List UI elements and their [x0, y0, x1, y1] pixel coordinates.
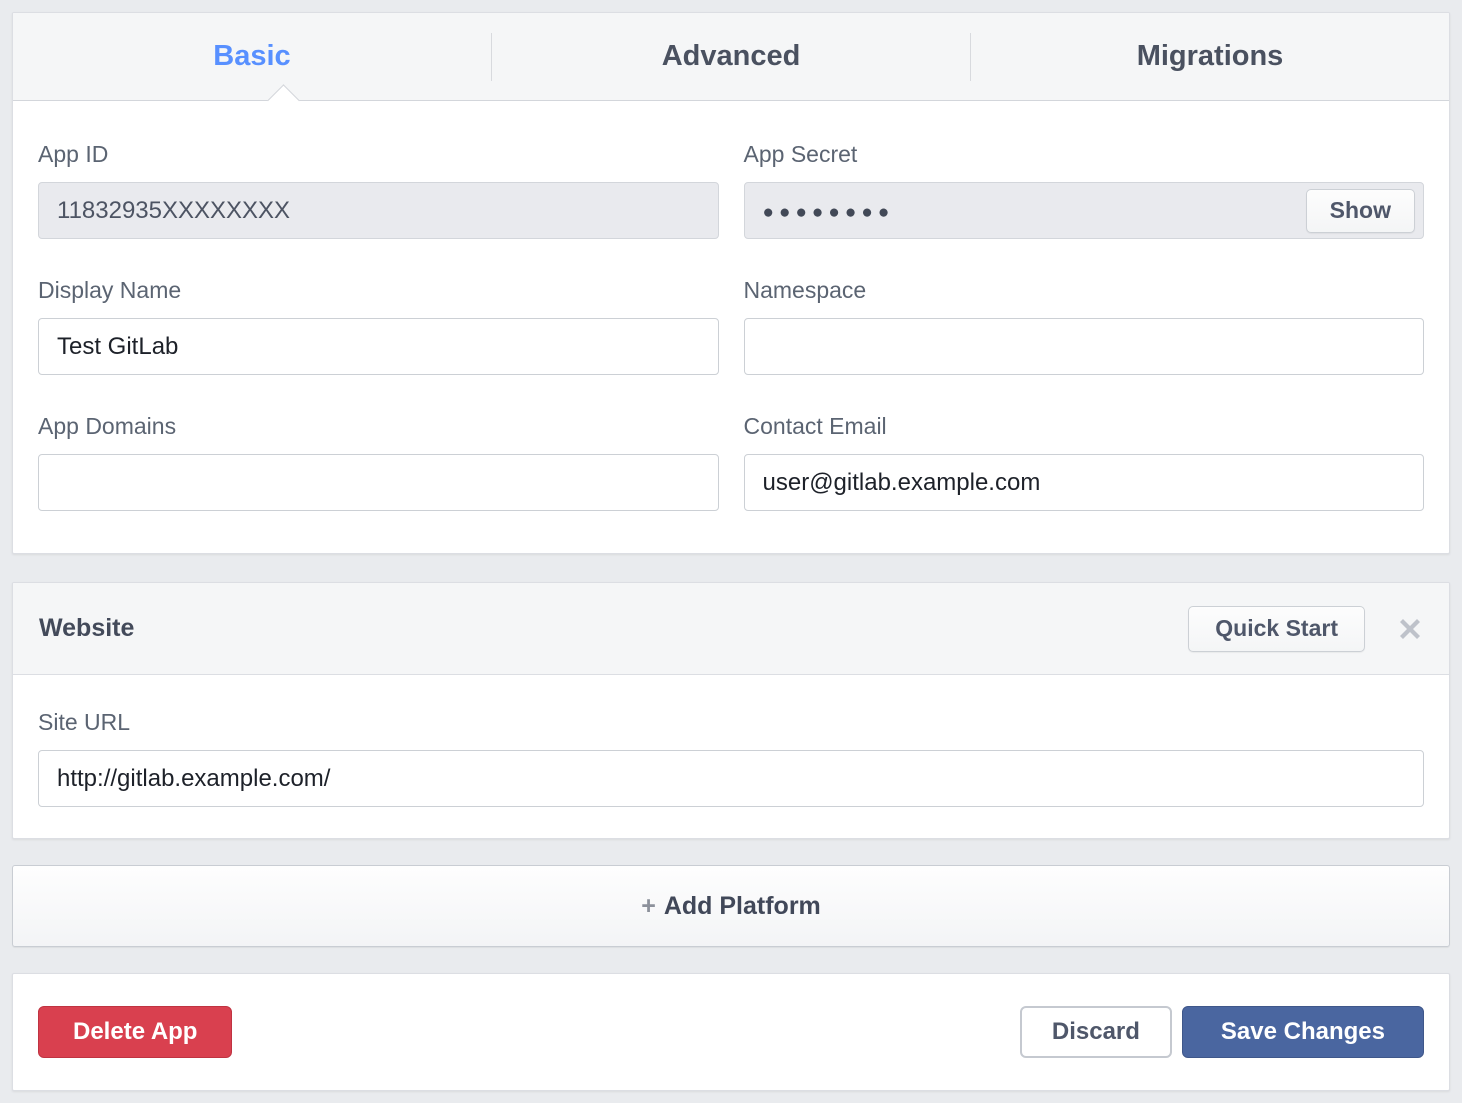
tab-advanced[interactable]: Advanced	[492, 13, 970, 100]
basic-settings-form: App ID 11832935XXXXXXXX App Secret ●●●●●…	[13, 101, 1449, 553]
contact-email-input[interactable]	[744, 454, 1425, 511]
discard-button[interactable]: Discard	[1020, 1006, 1172, 1058]
website-section-body: Site URL	[13, 675, 1449, 838]
app-secret-field: ●●●●●●●● Show	[744, 182, 1425, 239]
app-id-label: App ID	[38, 141, 719, 168]
add-platform-button[interactable]: + Add Platform	[12, 865, 1450, 947]
app-domains-label: App Domains	[38, 413, 719, 440]
app-domains-field-group: App Domains	[38, 413, 719, 511]
display-name-label: Display Name	[38, 277, 719, 304]
tab-basic[interactable]: Basic	[13, 13, 491, 100]
namespace-field-group: Namespace	[744, 277, 1425, 375]
app-secret-label: App Secret	[744, 141, 1425, 168]
namespace-label: Namespace	[744, 277, 1425, 304]
app-secret-masked-value: ●●●●●●●●	[763, 199, 1306, 222]
site-url-label: Site URL	[38, 709, 1424, 736]
app-id-value: 11832935XXXXXXXX	[57, 197, 290, 225]
footer-actions-bar: Delete App Discard Save Changes	[12, 973, 1450, 1091]
app-id-field-group: App ID 11832935XXXXXXXX	[38, 141, 719, 239]
add-platform-label: Add Platform	[664, 892, 821, 920]
close-icon[interactable]	[1397, 616, 1423, 642]
show-secret-button[interactable]: Show	[1306, 189, 1415, 233]
app-secret-field-group: App Secret ●●●●●●●● Show	[744, 141, 1425, 239]
app-domains-input[interactable]	[38, 454, 719, 511]
contact-email-field-group: Contact Email	[744, 413, 1425, 511]
save-changes-button[interactable]: Save Changes	[1182, 1006, 1424, 1058]
tab-migrations[interactable]: Migrations	[971, 13, 1449, 100]
delete-app-button[interactable]: Delete App	[38, 1006, 232, 1058]
website-platform-card: Website Quick Start Site URL	[12, 582, 1450, 839]
namespace-input[interactable]	[744, 318, 1425, 375]
site-url-input[interactable]	[38, 750, 1424, 807]
plus-icon: +	[641, 892, 656, 920]
website-section-header: Website Quick Start	[13, 583, 1449, 675]
display-name-input[interactable]	[38, 318, 719, 375]
app-settings-page: Basic Advanced Migrations App ID 1183293…	[0, 0, 1462, 1103]
app-id-field: 11832935XXXXXXXX	[38, 182, 719, 239]
website-section-title: Website	[39, 614, 134, 643]
contact-email-label: Contact Email	[744, 413, 1425, 440]
quick-start-button[interactable]: Quick Start	[1188, 606, 1365, 652]
display-name-field-group: Display Name	[38, 277, 719, 375]
basic-settings-card: Basic Advanced Migrations App ID 1183293…	[12, 12, 1450, 554]
tab-bar: Basic Advanced Migrations	[13, 13, 1449, 101]
